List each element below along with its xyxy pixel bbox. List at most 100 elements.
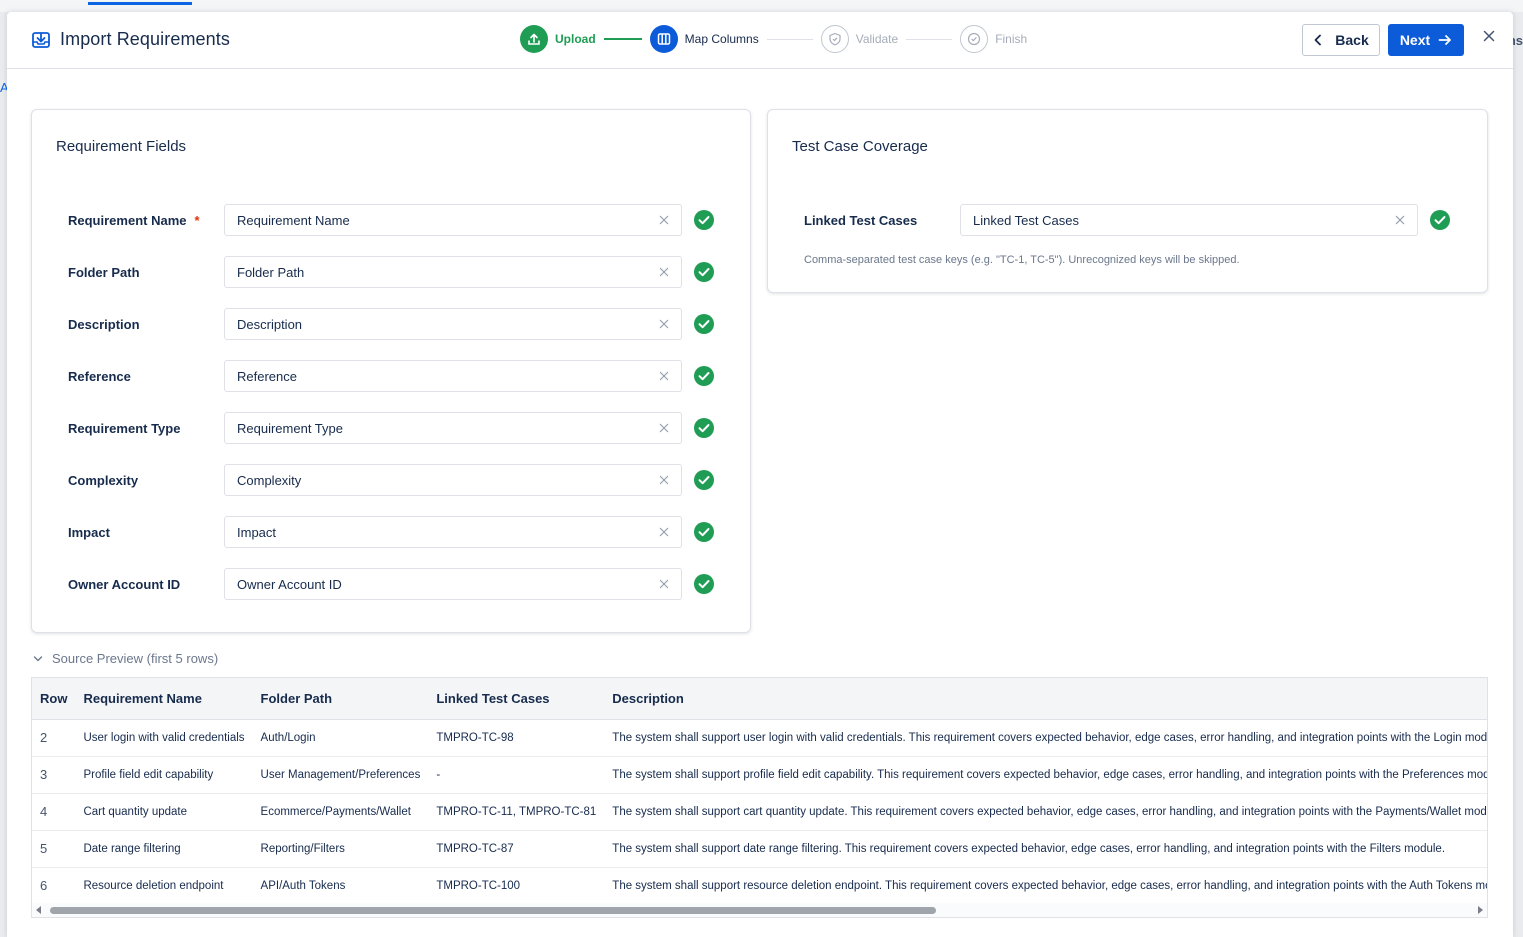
- clear-icon[interactable]: [659, 423, 669, 433]
- column-select-value: Owner Account ID: [237, 576, 342, 592]
- background-topbar: [0, 0, 1523, 12]
- field-row-linked-test-cases: Linked Test Cases Linked Test Cases: [804, 204, 1450, 236]
- upload-icon: [520, 25, 548, 53]
- clear-icon[interactable]: [659, 527, 669, 537]
- back-button-label: Back: [1335, 32, 1369, 48]
- step-upload-label: Upload: [555, 32, 596, 46]
- field-row-owner-account-id: Owner Account ID Owner Account ID: [68, 568, 714, 600]
- table-row: 5 Date range filtering Reporting/Filters…: [32, 830, 1487, 868]
- cell-folder-path: Reporting/Filters: [252, 830, 429, 868]
- check-circle-icon: [694, 418, 714, 438]
- column-select-owner-account-id[interactable]: Owner Account ID: [224, 568, 682, 600]
- cell-linked-test-cases: TMPRO-TC-87: [428, 830, 605, 868]
- step-finish-label: Finish: [995, 32, 1028, 46]
- field-row-requirement-name: Requirement Name * Requirement Name: [68, 204, 714, 236]
- cell-linked-test-cases: TMPRO-TC-98: [428, 719, 605, 757]
- close-icon[interactable]: [1481, 28, 1497, 44]
- next-button[interactable]: Next: [1388, 24, 1464, 56]
- column-header-folder-path: Folder Path: [252, 678, 429, 720]
- column-select-complexity[interactable]: Complexity: [224, 464, 682, 496]
- column-select-requirement-type[interactable]: Requirement Type: [224, 412, 682, 444]
- scroll-left-icon[interactable]: [36, 906, 41, 914]
- field-row-complexity: Complexity Complexity: [68, 464, 714, 496]
- import-modal: Import Requirements Upload Map Columns V…: [7, 12, 1513, 937]
- step-connector: [603, 38, 642, 40]
- column-select-reference[interactable]: Reference: [224, 360, 682, 392]
- cell-requirement-name: User login with valid credentials: [75, 719, 253, 757]
- step-map-columns-label: Map Columns: [684, 32, 759, 46]
- import-tray-icon: [32, 31, 50, 48]
- step-connector: [766, 38, 813, 40]
- check-circle-icon: [694, 574, 714, 594]
- cell-folder-path: API/Auth Tokens: [260, 879, 346, 892]
- modal-header: Import Requirements Upload Map Columns V…: [7, 12, 1513, 69]
- requirement-fields-title: Requirement Fields: [56, 138, 187, 155]
- field-row-reference: Reference Reference: [68, 360, 714, 392]
- field-row-impact: Impact Impact: [68, 516, 714, 548]
- columns-icon: [649, 25, 678, 53]
- test-case-coverage-title: Test Case Coverage: [792, 138, 928, 155]
- cell-description: The system shall support user login with…: [604, 719, 1487, 757]
- source-preview-table: Row Requirement Name Folder Path Linked …: [31, 677, 1488, 918]
- cell-row: 4: [32, 793, 76, 831]
- check-circle-icon: [694, 366, 714, 386]
- arrow-right-icon: [1438, 35, 1452, 45]
- cell-description: The system shall support profile field e…: [604, 756, 1487, 794]
- check-circle-icon: [694, 470, 714, 490]
- cell-row: 6: [40, 878, 48, 894]
- check-circle-icon: [694, 314, 714, 334]
- column-header-linked-test-cases: Linked Test Cases: [428, 678, 605, 720]
- column-select-linked-test-cases[interactable]: Linked Test Cases: [960, 204, 1418, 236]
- clear-icon[interactable]: [659, 371, 669, 381]
- shield-check-icon: [820, 25, 849, 53]
- horizontal-scrollbar[interactable]: [32, 903, 1487, 917]
- back-button[interactable]: Back: [1302, 24, 1380, 56]
- check-circle-icon: [694, 262, 714, 282]
- check-circle-icon: [1430, 210, 1450, 230]
- clear-icon[interactable]: [1395, 215, 1405, 225]
- table-row: 6 Resource deletion endpoint API/Auth To…: [32, 867, 1487, 904]
- step-connector: [906, 38, 953, 40]
- column-select-value: Reference: [237, 368, 297, 384]
- column-select-value: Description: [237, 316, 303, 332]
- preview-table: Row Requirement Name Folder Path Linked …: [32, 678, 1487, 904]
- step-validate: Validate: [820, 25, 898, 53]
- field-label: Description: [68, 316, 140, 332]
- field-label: Requirement Name *: [68, 213, 224, 228]
- column-select-value: Complexity: [237, 472, 302, 488]
- column-header-row: Row: [32, 678, 76, 720]
- column-select-value: Impact: [237, 524, 277, 540]
- column-header-requirement-name: Requirement Name: [75, 678, 253, 720]
- required-marker: *: [194, 212, 200, 228]
- next-button-label: Next: [1399, 32, 1431, 48]
- step-map-columns[interactable]: Map Columns: [649, 25, 759, 53]
- cell-description: The system shall support cart quantity u…: [604, 793, 1487, 831]
- field-row-requirement-type: Requirement Type Requirement Type: [68, 412, 714, 444]
- column-select-description[interactable]: Description: [224, 308, 682, 340]
- test-case-coverage-card: Test Case Coverage Linked Test Cases Lin…: [767, 109, 1488, 293]
- source-preview-toggle[interactable]: Source Preview (first 5 rows): [33, 651, 218, 666]
- clear-icon[interactable]: [659, 579, 669, 589]
- cell-row: 5: [32, 830, 76, 868]
- linked-test-cases-helper: Comma-separated test case keys (e.g. "TC…: [804, 254, 1240, 266]
- cell-folder-path: Ecommerce/Payments/Wallet: [252, 793, 429, 831]
- scrollbar-thumb[interactable]: [50, 907, 936, 914]
- field-label-text: Requirement Name: [68, 212, 187, 228]
- step-upload[interactable]: Upload: [520, 25, 596, 53]
- cell-row: 2: [32, 719, 76, 757]
- clear-icon[interactable]: [659, 319, 669, 329]
- column-select-folder-path[interactable]: Folder Path: [224, 256, 682, 288]
- field-label: Owner Account ID: [68, 576, 181, 592]
- scroll-right-icon[interactable]: [1478, 906, 1483, 914]
- cell-requirement-name: Date range filtering: [75, 830, 253, 868]
- field-label: Reference: [68, 368, 131, 384]
- column-select-impact[interactable]: Impact: [224, 516, 682, 548]
- clear-icon[interactable]: [659, 475, 669, 485]
- column-select-requirement-name[interactable]: Requirement Name: [224, 204, 682, 236]
- cell-linked-test-cases: -: [428, 756, 605, 794]
- field-label: Linked Test Cases: [804, 212, 918, 228]
- field-label: Complexity: [68, 472, 139, 488]
- clear-icon[interactable]: [659, 215, 669, 225]
- clear-icon[interactable]: [659, 267, 669, 277]
- column-select-value: Linked Test Cases: [973, 212, 1079, 228]
